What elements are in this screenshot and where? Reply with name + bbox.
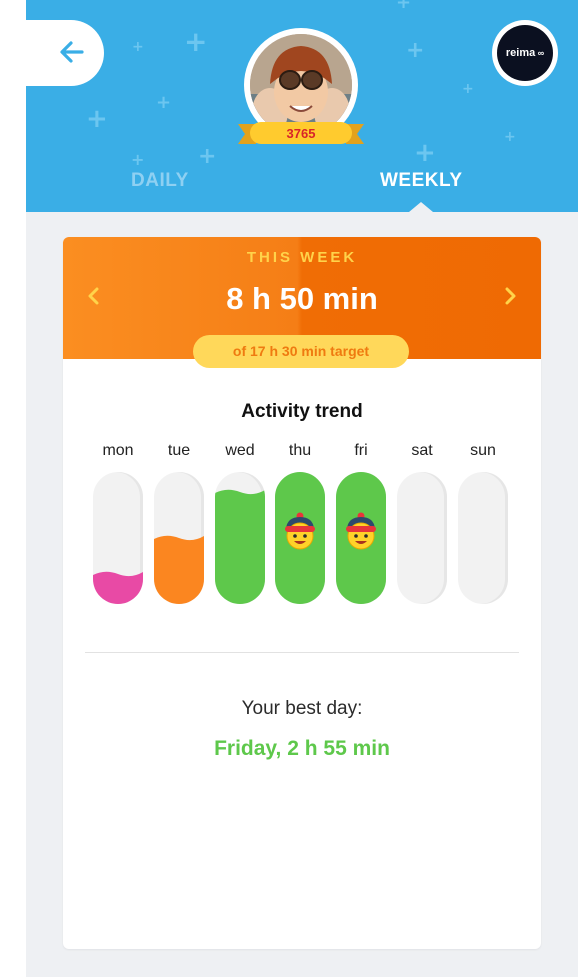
best-day-label: Your best day:: [241, 698, 363, 719]
day-label-sun: sun: [470, 442, 496, 459]
decor-plus: +: [132, 39, 144, 55]
decor-plus: +: [131, 150, 145, 169]
decor-plus: +: [156, 92, 172, 113]
fill-wave: [154, 535, 204, 543]
tab-daily[interactable]: DAILY: [131, 170, 189, 192]
activity-bar-fri[interactable]: [336, 472, 386, 604]
chevron-left-icon[interactable]: [83, 285, 105, 307]
day-label-tue: tue: [167, 442, 191, 459]
fill-wave: [215, 489, 265, 497]
back-button[interactable]: [26, 20, 104, 86]
brand-name: reima: [505, 47, 536, 59]
reima-logo: reima ∞: [497, 25, 553, 81]
profile-header: + + + + + + + + + + + 3765 reima ∞ DAILY…: [26, 0, 578, 212]
link-icon: ∞: [535, 48, 545, 58]
divider: [85, 652, 519, 653]
day-labels: mon tue wed thu fri sat sun: [93, 442, 523, 466]
active-tab-indicator: [409, 202, 433, 212]
activity-bar-mon[interactable]: [93, 472, 143, 604]
activity-bars: [93, 472, 523, 606]
score-value: 3765: [286, 126, 316, 141]
activity-bar-sun[interactable]: [458, 472, 508, 604]
chevron-right-icon[interactable]: [499, 285, 521, 307]
target-badge: of 17 h 30 min target: [193, 335, 409, 368]
decor-plus: +: [198, 144, 217, 169]
decor-plus: +: [86, 104, 108, 134]
day-label-mon: mon: [102, 442, 134, 459]
activity-fill-tue: [154, 535, 204, 604]
decor-plus: +: [414, 138, 436, 168]
app-screen: + + + + + + + + + + + 3765 reima ∞ DAILY…: [26, 0, 578, 977]
best-day-value: Friday, 2 h 55 min: [214, 737, 390, 760]
day-label-sat: sat: [411, 442, 433, 459]
activity-bar-thu[interactable]: [275, 472, 325, 604]
activity-fill-mon: [93, 571, 143, 604]
decor-plus: +: [504, 129, 516, 145]
activity-trend-title: Activity trend: [241, 401, 363, 422]
weekly-summary-card: THIS WEEK 8 h 50 min of 17 h 30 min targ…: [63, 237, 541, 949]
activity-fill-wed: [215, 489, 265, 604]
week-label: THIS WEEK: [246, 249, 358, 266]
goal-face-icon: [346, 512, 376, 550]
day-label-fri: fri: [354, 442, 368, 459]
arrow-left-icon: [60, 41, 84, 63]
decor-plus: +: [406, 38, 425, 63]
activity-bar-sat[interactable]: [397, 472, 447, 604]
day-label-wed: wed: [225, 442, 255, 459]
activity-bar-wed[interactable]: [215, 472, 265, 604]
decor-plus: +: [396, 0, 412, 13]
tab-weekly[interactable]: WEEKLY: [380, 170, 463, 192]
activity-bar-tue[interactable]: [154, 472, 204, 604]
day-label-thu: thu: [288, 442, 312, 459]
decor-plus: +: [462, 81, 474, 97]
brand-logo-button[interactable]: reima ∞: [492, 20, 558, 86]
goal-face-icon: [285, 512, 315, 550]
decor-plus: +: [184, 25, 208, 58]
fill-wave: [93, 571, 143, 579]
week-total: 8 h 50 min: [226, 281, 378, 316]
